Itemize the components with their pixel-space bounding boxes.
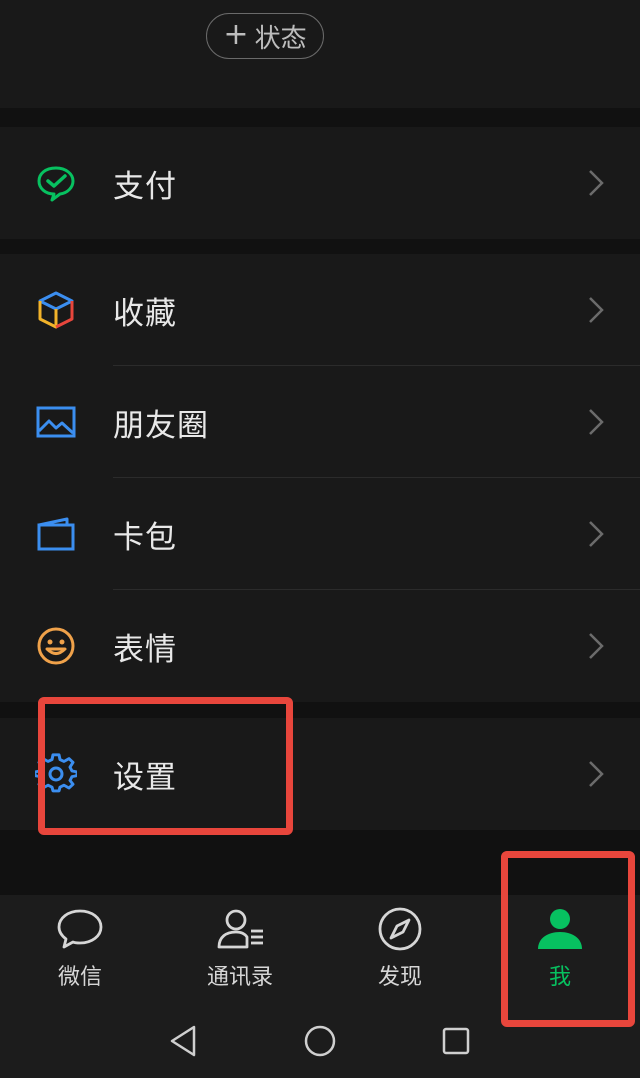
tab-me[interactable]: 我 [490,905,630,1005]
tab-label: 通讯录 [206,965,273,990]
contacts-icon [217,909,263,949]
menu-item-label: 支付 [113,168,177,205]
chat-bubble-icon [57,909,103,949]
chevron-right-icon [589,761,604,787]
features-section: 收藏 朋友圈 卡包 表情 [0,254,640,702]
pay-section: 支付 [0,127,640,239]
profile-header: + 状态 [0,0,640,108]
tab-contacts[interactable]: 通讯录 [170,905,310,1005]
menu-item-label: 收藏 [113,295,177,332]
plus-icon: + [223,16,249,52]
tab-discover[interactable]: 发现 [330,905,470,1005]
menu-item-cards[interactable]: 卡包 [0,478,640,590]
gear-icon [35,753,77,793]
recents-icon[interactable] [438,1023,474,1059]
chevron-right-icon [589,409,604,435]
menu-item-pay[interactable]: 支付 [0,127,640,239]
menu-item-label: 设置 [113,759,177,796]
menu-item-settings[interactable]: 设置 [0,718,640,830]
menu-item-label: 朋友圈 [113,407,209,444]
cube-icon [38,291,74,329]
status-button-label: 状态 [254,23,307,54]
tab-label: 发现 [377,965,422,990]
chevron-right-icon [589,633,604,659]
tab-label: 微信 [57,965,102,990]
chevron-right-icon [589,170,604,196]
chevron-right-icon [589,521,604,547]
person-icon [538,909,582,949]
home-icon[interactable] [302,1023,338,1059]
compass-icon [378,907,422,951]
menu-item-stickers[interactable]: 表情 [0,590,640,702]
system-nav-bar [0,1005,640,1078]
menu-item-moments[interactable]: 朋友圈 [0,366,640,478]
settings-section: 设置 [0,718,640,830]
tab-chats[interactable]: 微信 [10,905,150,1005]
pay-icon [37,166,75,202]
tab-label: 我 [548,965,571,990]
menu-item-favorites[interactable]: 收藏 [0,254,640,366]
photo-icon [36,406,76,438]
chevron-right-icon [589,297,604,323]
smiley-icon [37,627,75,665]
add-status-button[interactable]: + 状态 [206,13,324,59]
menu-item-label: 卡包 [113,519,177,556]
back-icon[interactable] [166,1023,202,1059]
wallet-icon [37,517,75,551]
menu-item-label: 表情 [113,631,177,668]
